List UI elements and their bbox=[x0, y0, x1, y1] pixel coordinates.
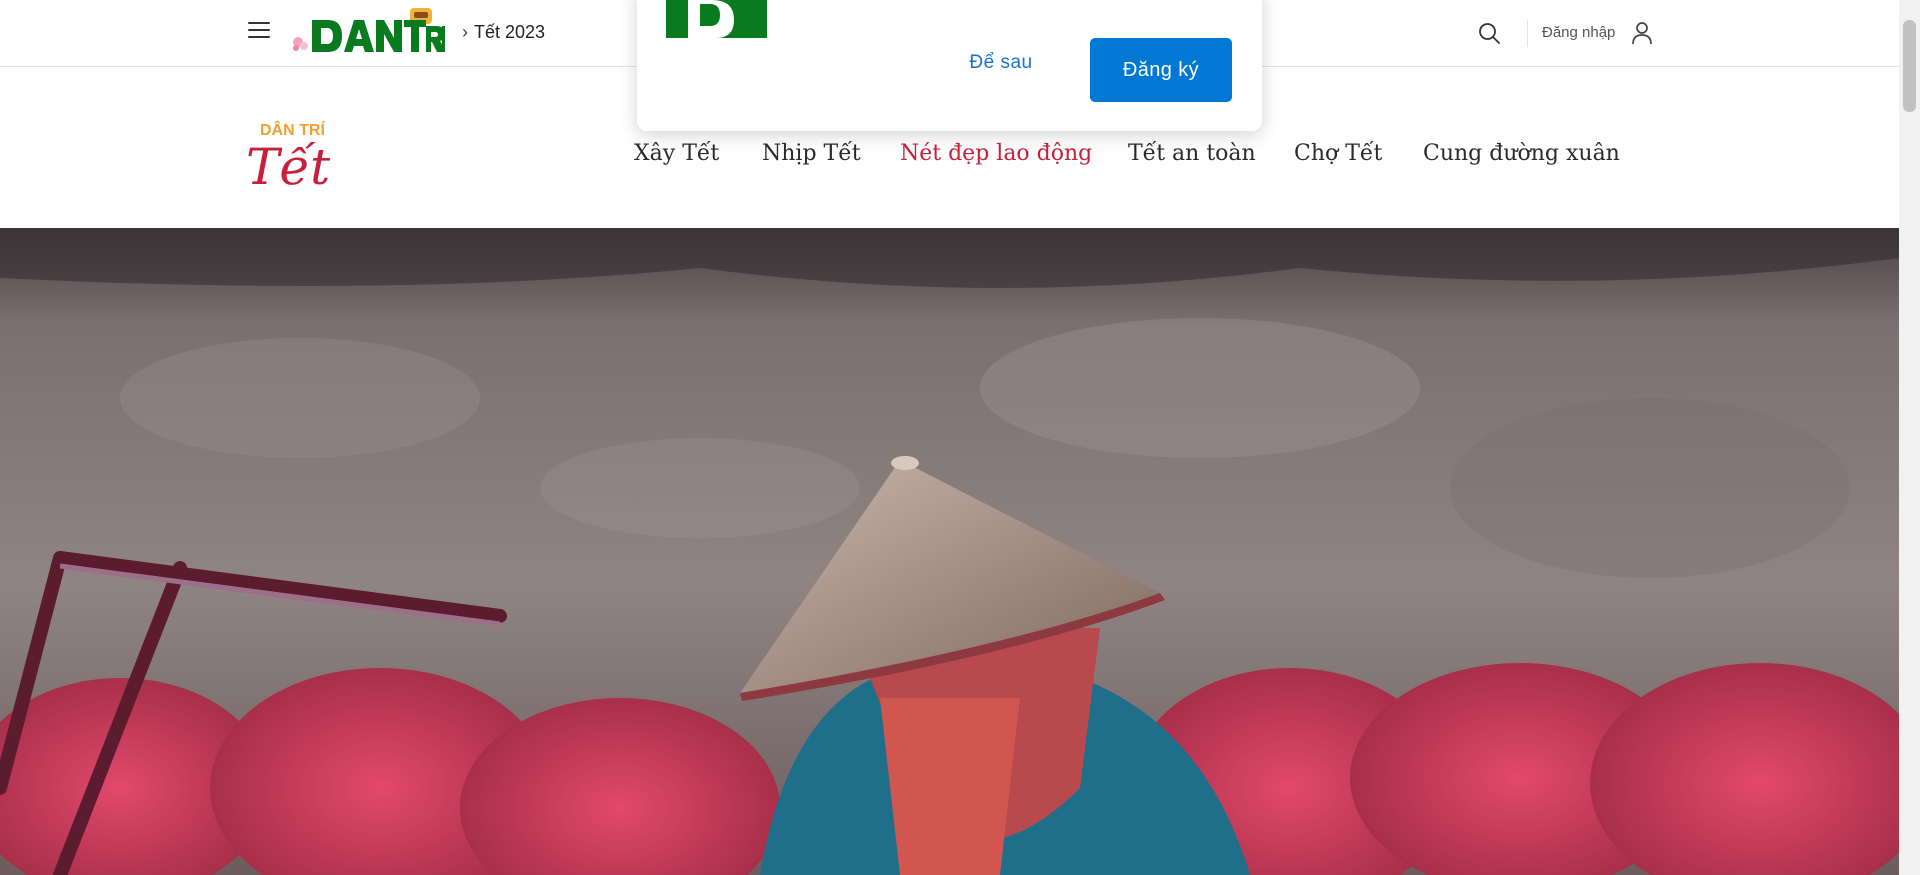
hero-image bbox=[0, 228, 1899, 875]
notification-popup: Để sau Đăng ký bbox=[637, 0, 1262, 131]
main-nav: Xây Tết Nhịp Tết Nét đẹp lao động Tết an… bbox=[0, 141, 1900, 175]
scrollbar-thumb[interactable] bbox=[1903, 20, 1916, 112]
divider bbox=[1527, 20, 1528, 47]
svg-text:DÂN TRÍ: DÂN TRÍ bbox=[260, 120, 325, 139]
dantri-logo[interactable] bbox=[290, 6, 445, 54]
chevron-right-icon: › bbox=[462, 22, 468, 42]
breadcrumb-label: Tết 2023 bbox=[474, 22, 546, 42]
register-button[interactable]: Đăng ký bbox=[1090, 38, 1232, 102]
nav-item-tet-an-toan[interactable]: Tết an toàn bbox=[1128, 141, 1256, 166]
search-icon[interactable] bbox=[1477, 21, 1501, 45]
nav-item-cho-tet[interactable]: Chợ Tết bbox=[1294, 141, 1382, 166]
scrollbar-track[interactable] bbox=[1899, 0, 1920, 875]
menu-icon[interactable] bbox=[248, 22, 270, 42]
user-icon[interactable] bbox=[1631, 21, 1653, 45]
later-button[interactable]: Để sau bbox=[961, 48, 1041, 76]
nav-item-nhip-tet[interactable]: Nhịp Tết bbox=[762, 141, 861, 166]
nav-item-cung-duong-xuan[interactable]: Cung đường xuân bbox=[1423, 141, 1620, 166]
login-link[interactable]: Đăng nhập bbox=[1542, 24, 1615, 41]
breadcrumb[interactable]: › Tết 2023 bbox=[462, 22, 545, 43]
nav-item-xay-tet[interactable]: Xây Tết bbox=[634, 141, 719, 166]
nav-item-net-dep-lao-dong[interactable]: Nét đẹp lao động bbox=[900, 141, 1092, 166]
dantri-app-icon bbox=[666, 0, 767, 38]
